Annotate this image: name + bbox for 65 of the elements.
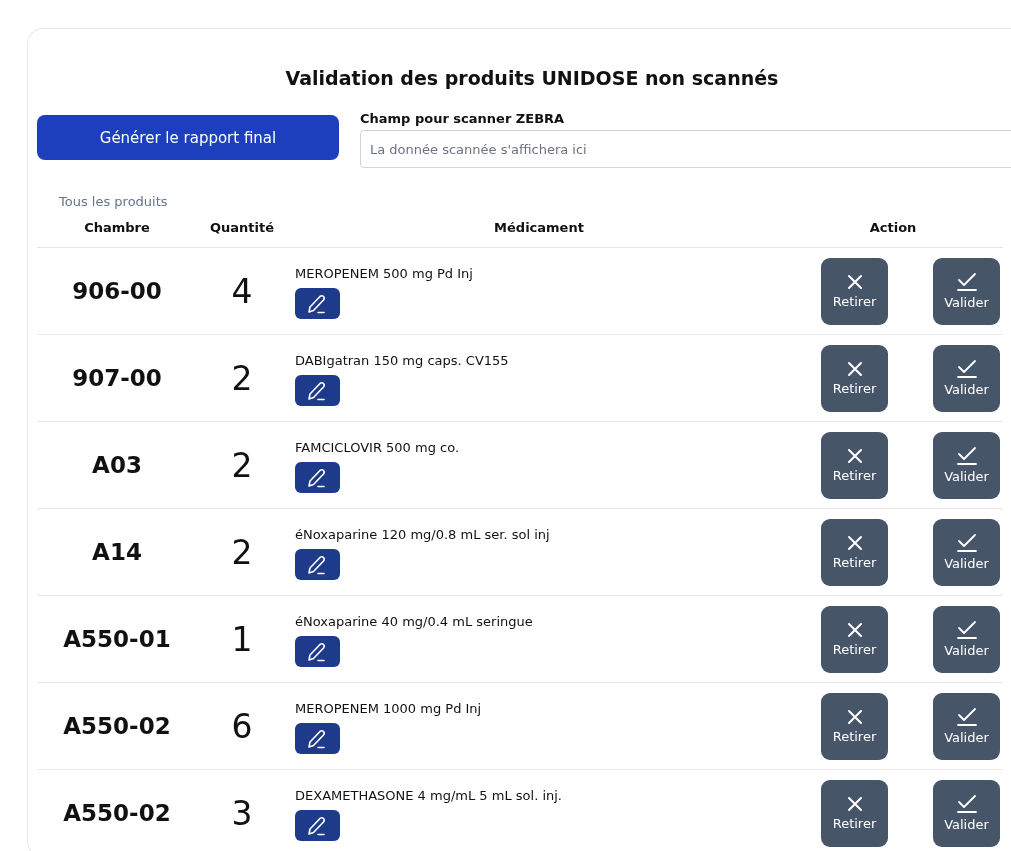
validate-button[interactable]: Valider — [933, 431, 1000, 499]
edit-button[interactable] — [295, 723, 340, 754]
room-cell-text: 906-00 — [71, 278, 163, 304]
edit-button[interactable] — [295, 636, 340, 667]
quantity-cell-text: 6 — [230, 706, 254, 746]
remove-button[interactable]: Retirer — [821, 257, 888, 325]
quantity-cell-text: 1 — [230, 619, 254, 659]
validate-button[interactable]: Valider — [933, 344, 1000, 412]
remove-button[interactable]: Retirer — [821, 605, 888, 673]
quantity-cell-text: 3 — [230, 793, 254, 833]
close-icon — [845, 534, 864, 552]
drug-name: éNoxaparine 120 mg/0.8 mL ser. sol inj — [295, 527, 550, 542]
column-header: Médicament — [493, 219, 585, 235]
checkmark-icon — [955, 359, 978, 379]
drug-name: DEXAMETHASONE 4 mg/mL 5 mL sol. inj. — [295, 788, 562, 803]
drug-name: MEROPENEM 500 mg Pd Inj — [295, 266, 473, 281]
filter-label: Tous les produits — [59, 194, 169, 209]
validate-button[interactable]: Valider — [933, 779, 1000, 847]
checkmark-icon — [955, 794, 978, 814]
report-button[interactable]: Générer le rapport final — [37, 115, 339, 160]
page-title: Validation des produits UNIDOSE non scannés — [284, 67, 780, 89]
validate-button[interactable]: Valider — [933, 518, 1000, 586]
column-header: Quantité — [208, 219, 275, 235]
remove-button[interactable]: Retirer — [821, 692, 888, 760]
room-cell-text: A550-02 — [62, 713, 172, 739]
quantity-cell-text: 2 — [230, 358, 254, 398]
drug-name: FAMCICLOVIR 500 mg co. — [295, 440, 460, 455]
close-icon — [845, 360, 864, 378]
close-icon — [845, 708, 864, 726]
column-header: Chambre — [83, 219, 151, 235]
room-cell-text: A550-02 — [62, 800, 172, 826]
edit-button[interactable] — [295, 462, 340, 493]
scanner-label: Champ pour scanner ZEBRA — [360, 111, 566, 126]
quantity-cell-text: 4 — [230, 271, 254, 311]
checkmark-icon — [955, 620, 978, 640]
edit-button[interactable] — [295, 549, 340, 580]
checkmark-icon — [955, 272, 978, 292]
drug-name: éNoxaparine 40 mg/0.4 mL seringue — [295, 614, 533, 629]
validate-button[interactable]: Valider — [933, 692, 1000, 760]
close-icon — [845, 621, 864, 639]
edit-button[interactable] — [295, 375, 340, 406]
edit-button[interactable] — [295, 288, 340, 319]
remove-button[interactable]: Retirer — [821, 431, 888, 499]
checkmark-icon — [955, 446, 978, 466]
close-icon — [845, 795, 864, 813]
close-icon — [845, 447, 864, 465]
remove-button[interactable]: Retirer — [821, 518, 888, 586]
edit-button[interactable] — [295, 810, 340, 841]
validate-button[interactable]: Valider — [933, 605, 1000, 673]
room-cell-text: A550-01 — [62, 626, 172, 652]
drug-name: DABIgatran 150 mg caps. CV155 — [295, 353, 509, 368]
remove-button[interactable]: Retirer — [821, 779, 888, 847]
checkmark-icon — [955, 533, 978, 553]
checkmark-icon — [955, 707, 978, 727]
room-cell-text: A03 — [91, 452, 143, 478]
scanner-field[interactable]: La donnée scannée s'affichera ici — [360, 130, 1011, 168]
column-header: Action — [868, 219, 918, 235]
quantity-cell-text: 2 — [230, 445, 254, 485]
room-cell-text: 907-00 — [71, 365, 163, 391]
drug-name: MEROPENEM 1000 mg Pd Inj — [295, 701, 482, 716]
room-cell-text: A14 — [91, 539, 143, 565]
remove-button[interactable]: Retirer — [821, 344, 888, 412]
close-icon — [845, 273, 864, 291]
validate-button[interactable]: Valider — [933, 257, 1000, 325]
quantity-cell-text: 2 — [230, 532, 254, 572]
